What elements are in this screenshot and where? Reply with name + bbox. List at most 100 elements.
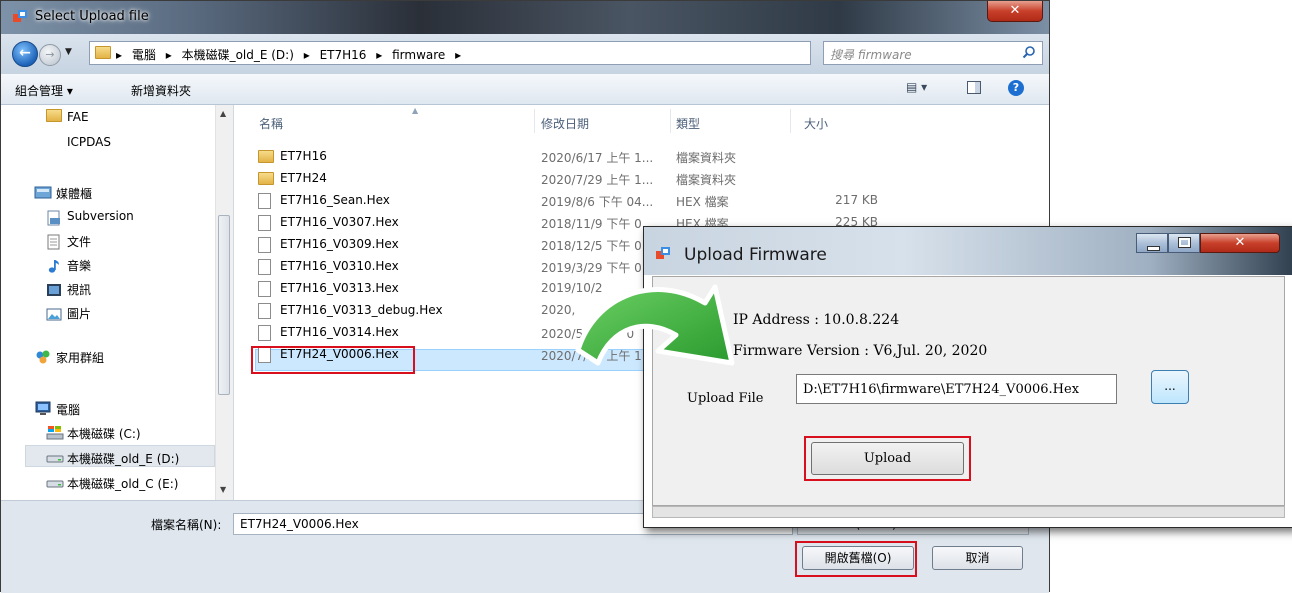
search-icon[interactable] [1022,45,1036,59]
organize-menu[interactable]: 組合管理 ▾ [15,82,73,99]
file-size: 217 KB [835,193,878,207]
nav-item-drive-d[interactable]: 本機磁碟_old_E (D:) [67,450,179,467]
nav-scrollbar[interactable]: ▲ ▼ [215,105,233,500]
navigation-pane: FAE ICPDAS 媒體櫃 Subversion 文件 音樂 視訊 圖片 家用… [1,105,234,500]
upload-close-button[interactable]: ✕ [1200,233,1280,253]
nav-item-subversion[interactable]: Subversion [67,209,134,223]
scroll-down-arrow-icon[interactable]: ▼ [220,485,226,494]
help-icon[interactable]: ? [1008,80,1024,96]
folder-row[interactable]: ET7H16 2020/6/17 上午 1... 檔案資料夾 [254,146,874,168]
file-type: HEX 檔案 [676,195,729,209]
breadcrumb-sep[interactable]: ▸ [376,48,382,62]
recent-pages-dropdown[interactable]: ▼ [65,47,72,57]
drive-icon [46,480,64,488]
back-button[interactable]: ← [12,41,38,67]
nav-item-drive-c[interactable]: 本機磁碟 (C:) [67,425,141,442]
file-icon [258,193,271,209]
nav-item-fae[interactable]: FAE [67,110,89,124]
nav-item-videos[interactable]: 視訊 [67,281,91,298]
maximize-button[interactable] [1168,233,1200,253]
address-bar[interactable]: ▸ 電腦 ▸ 本機磁碟_old_E (D:) ▸ ET7H16 ▸ firmwa… [89,41,874,65]
scroll-up-arrow-icon[interactable]: ▲ [220,109,226,118]
breadcrumb-sep[interactable]: ▸ [304,48,310,62]
upload-dialog-body: IP Address : 10.0.8.224 Firmware Version… [652,276,1285,506]
file-date: 2019/8/6 下午 04... [541,195,654,209]
upload-file-path-input[interactable]: D:\ET7H16\firmware\ET7H24_V0006.Hex [796,374,1117,404]
column-divider[interactable] [790,109,791,133]
file-type: 檔案資料夾 [676,173,737,187]
document-icon [47,234,60,250]
subversion-icon [47,210,60,226]
system-drive-icon [46,426,64,440]
video-icon [47,284,61,296]
preview-pane-icon[interactable] [967,81,981,94]
folder-icon [258,150,274,163]
file-icon [258,259,271,275]
folder-row[interactable]: ET7H24 2020/7/29 上午 1... 檔案資料夾 [254,168,874,190]
breadcrumb[interactable]: ▸ 電腦 ▸ 本機磁碟_old_E (D:) ▸ ET7H16 ▸ firmwa… [116,46,467,63]
column-divider[interactable] [534,109,535,133]
file-row[interactable]: ET7H16_Sean.Hex 2019/8/6 下午 04... HEX 檔案 21… [254,190,878,212]
nav-item-drive-e[interactable]: 本機磁碟_old_C (E:) [67,475,178,492]
file-name: ET7H16_V0309.Hex [280,237,399,251]
sort-arrow-icon: ▲ [412,106,419,115]
highlight-selected-file [251,346,415,374]
file-name: ET7H16_V0314.Hex [280,325,399,339]
firmware-version-text: Firmware Version : V6,Jul. 20, 2020 [733,343,988,359]
pictures-icon [46,308,62,321]
highlight-upload-button [804,436,971,481]
nav-item-documents[interactable]: 文件 [67,233,91,250]
nav-item-homegroup[interactable]: 家用群組 [56,349,104,366]
ip-address-text: IP Address : 10.0.8.224 [733,312,900,328]
file-icon [258,325,271,341]
browse-button[interactable]: ... [1151,370,1189,404]
address-row: ← → ▼ ▸ 電腦 ▸ 本機磁碟_old_E (D:) ▸ ET7H16 ▸ … [1,34,1049,74]
minimize-button[interactable] [1136,233,1168,253]
file-date: 2020/7/29 上午 1... [541,173,654,187]
search-input[interactable]: 搜尋 firmware [830,46,912,63]
computer-icon [35,401,51,415]
breadcrumb-sep: ▸ [116,48,123,62]
app-icon [13,10,27,22]
file-name: ET7H16 [280,149,327,163]
file-icon [258,215,271,231]
scrollbar-thumb[interactable] [218,215,230,395]
close-button[interactable]: ✕ [987,1,1043,22]
file-type: 檔案資料夾 [676,151,737,165]
column-header-name[interactable]: 名稱 [259,115,283,132]
breadcrumb-computer[interactable]: 電腦 [132,48,156,62]
column-divider[interactable] [670,109,671,133]
nav-item-icpdas[interactable]: ICPDAS [67,135,111,149]
nav-item-libraries[interactable]: 媒體櫃 [56,185,92,202]
drive-icon [46,455,64,463]
breadcrumb-sep[interactable]: ▸ [455,48,461,62]
breadcrumb-firmware[interactable]: firmware [392,48,445,62]
file-date: 2020/6/17 上午 1... [541,151,654,165]
file-date: 2018/12/5 下午 0 [541,239,642,253]
upload-file-label: Upload File [687,391,764,406]
nav-item-music[interactable]: 音樂 [67,257,91,274]
view-options-button[interactable]: ▤ ▾ [906,80,927,94]
breadcrumb-et7h16[interactable]: ET7H16 [320,48,367,62]
forward-button[interactable]: → [39,44,61,66]
breadcrumb-sep[interactable]: ▸ [166,48,172,62]
file-icon [258,281,271,297]
title-bar: Select Upload file ✕ [1,1,1049,34]
column-header-date[interactable]: 修改日期 [541,115,589,132]
breadcrumb-drive[interactable]: 本機磁碟_old_E (D:) [182,48,294,62]
search-box[interactable]: 搜尋 firmware [823,41,1043,65]
file-name: ET7H16_V0313_debug.Hex [280,303,443,317]
green-curved-arrow-icon [575,284,735,366]
cancel-button[interactable]: 取消 [932,546,1023,570]
file-name: ET7H16_V0313.Hex [280,281,399,295]
column-header-type[interactable]: 類型 [676,115,700,132]
new-folder-button[interactable]: 新增資料夾 [131,82,191,99]
file-name: ET7H16_V0307.Hex [280,215,399,229]
dialog-title: Select Upload file [35,9,149,24]
highlight-open-button [795,541,917,577]
nav-item-pictures[interactable]: 圖片 [67,305,91,322]
column-header-size[interactable]: 大小 [804,115,828,132]
file-name: ET7H16_V0310.Hex [280,259,399,273]
homegroup-icon [36,350,50,364]
nav-item-computer[interactable]: 電腦 [56,401,80,418]
